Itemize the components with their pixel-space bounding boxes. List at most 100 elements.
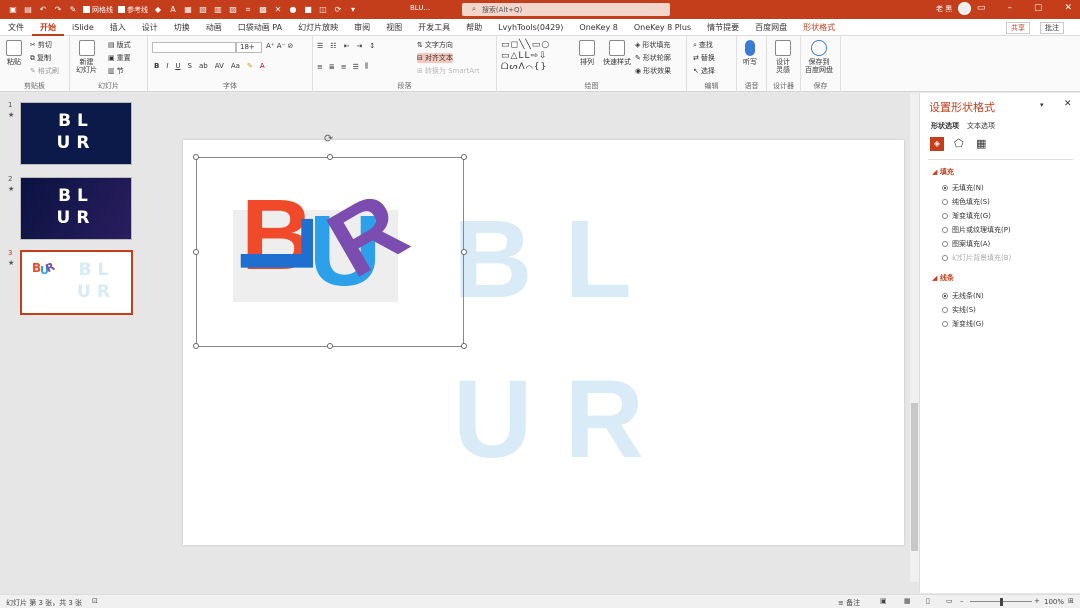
font-size-combo[interactable]: 18+	[236, 42, 262, 53]
resize-handle[interactable]	[461, 343, 467, 349]
slide-thumbnail-3[interactable]: BL UR B U R	[20, 250, 133, 315]
rotate-icon[interactable]: ⟳	[333, 5, 343, 15]
maximize-icon[interactable]: ▢	[1034, 3, 1043, 13]
find-button[interactable]: ⌕ 查找	[693, 40, 713, 50]
cut-button[interactable]: ✂ 剪切	[30, 40, 52, 50]
select-button[interactable]: ↖ 选择	[693, 66, 715, 76]
notes-button[interactable]: ≡ 备注	[838, 598, 860, 608]
line-spacing-icon[interactable]: ↕	[369, 42, 375, 50]
design-ideas-button[interactable]: 设计 灵感	[775, 40, 791, 74]
bold-icon[interactable]: B	[154, 62, 159, 70]
align-right-icon[interactable]: ≡	[341, 63, 347, 71]
circle-icon[interactable]: ●	[288, 5, 298, 15]
zoom-in-icon[interactable]: +	[1034, 597, 1040, 605]
paste-button[interactable]: 粘贴	[6, 40, 22, 66]
tab-1[interactable]: 开始	[32, 19, 64, 36]
slide-thumbnail-2[interactable]: BL UR	[20, 177, 132, 240]
tab-5[interactable]: 切换	[166, 19, 198, 36]
resize-handle[interactable]	[327, 343, 333, 349]
columns-icon[interactable]: ⫼	[365, 62, 368, 71]
radio-pattern-fill[interactable]: 图案填充(A)	[942, 239, 990, 249]
save-to-baidu-button[interactable]: 保存到 百度网盘	[805, 40, 833, 74]
zoom-slider-thumb[interactable]	[1000, 598, 1003, 606]
shape-fill-button[interactable]: ◈ 形状填充	[635, 40, 670, 50]
radio-gradient-line[interactable]: 渐变线(G)	[942, 319, 984, 329]
tab-11[interactable]: 开发工具	[410, 19, 458, 36]
tab-18[interactable]: 形状格式	[795, 19, 843, 36]
tab-15[interactable]: OneKey 8 Plus	[626, 19, 699, 36]
align-center-icon[interactable]: ≣	[329, 63, 335, 71]
reset-button[interactable]: ▣ 重置	[108, 53, 131, 63]
case-icon[interactable]: Aa	[231, 62, 240, 70]
avatar[interactable]	[958, 2, 972, 15]
minimize-icon[interactable]: –	[1007, 3, 1012, 13]
image-icon[interactable]: ▧	[198, 5, 208, 15]
tab-10[interactable]: 视图	[378, 19, 410, 36]
tab-12[interactable]: 帮助	[458, 19, 490, 36]
share-button[interactable]: 共享	[1006, 22, 1030, 34]
font-grow-icon[interactable]: A⁺ A⁻ ⊘	[266, 42, 293, 50]
shape-outline-button[interactable]: ✎ 形状轮廓	[635, 53, 671, 63]
tab-6[interactable]: 动画	[198, 19, 230, 36]
quick-styles-button[interactable]: 快速样式	[603, 40, 631, 66]
save-icon[interactable]: ▤	[23, 5, 33, 15]
shape-gallery[interactable]: ▭◻╲╲▭○ ▭△ᒪᒪ⇨⇩ ᗝᔕᐱ⌒{}	[501, 40, 571, 73]
underline-icon[interactable]: U	[175, 62, 180, 70]
zoom-level[interactable]: 100%	[1044, 598, 1064, 606]
scrollbar-thumb[interactable]	[911, 403, 918, 551]
resize-handle[interactable]	[193, 343, 199, 349]
dictate-button[interactable]: 听写	[743, 40, 757, 66]
vertical-scrollbar[interactable]	[910, 93, 919, 582]
distribute-icon[interactable]: ▨	[228, 5, 238, 15]
align-left-icon[interactable]: ≡	[317, 63, 323, 71]
textbox-icon[interactable]: A	[168, 5, 178, 15]
replace-button[interactable]: ⇄ 替换	[693, 53, 715, 63]
selection-frame[interactable]	[196, 157, 464, 347]
justify-icon[interactable]: ☰	[353, 63, 359, 71]
close-shape-icon[interactable]: ✕	[273, 5, 283, 15]
sorter-view-icon[interactable]: ▦	[904, 597, 911, 605]
indent-increase-icon[interactable]: ⇥	[356, 42, 362, 50]
ghost-text-ur[interactable]: UR	[453, 360, 676, 480]
shadow-icon[interactable]: S	[188, 62, 192, 70]
tab-17[interactable]: 百度网盘	[747, 19, 795, 36]
crop-icon[interactable]: ⌗	[243, 5, 253, 15]
radio-solid-line[interactable]: 实线(S)	[942, 305, 976, 315]
smartart-button[interactable]: ⊞ 转换为 SmartArt	[417, 66, 480, 76]
indent-decrease-icon[interactable]: ⇤	[344, 42, 350, 50]
tab-14[interactable]: OneKey 8	[571, 19, 625, 36]
redo-icon[interactable]: ↷	[53, 5, 63, 15]
resize-handle[interactable]	[327, 154, 333, 160]
tab-3[interactable]: 插入	[102, 19, 134, 36]
pane-options-icon[interactable]: ▾	[1040, 101, 1044, 109]
highlight-icon[interactable]: ✎	[247, 62, 253, 70]
text-direction-button[interactable]: ⇅ 文字方向	[417, 40, 453, 50]
guides-checkbox[interactable]: 参考线	[118, 5, 148, 15]
fit-slide-icon[interactable]: ⊞	[1068, 597, 1074, 605]
zoom-out-icon[interactable]: –	[960, 597, 964, 605]
effects-icon[interactable]: ⬠	[954, 137, 964, 150]
radio-picture-fill[interactable]: 图片或纹理填充(P)	[942, 225, 1011, 235]
resize-handle[interactable]	[193, 154, 199, 160]
tab-16[interactable]: 情节提要	[699, 19, 747, 36]
shape-icon[interactable]: ◆	[153, 5, 163, 15]
numbering-icon[interactable]: ☷	[330, 42, 336, 50]
radio-gradient-fill[interactable]: 渐变填充(G)	[942, 211, 991, 221]
resize-handle[interactable]	[461, 154, 467, 160]
accessibility-icon[interactable]: ⊡	[92, 597, 98, 605]
radio-solid-fill[interactable]: 纯色填充(S)	[942, 197, 990, 207]
undo-icon[interactable]: ↶	[38, 5, 48, 15]
tab-7[interactable]: 口袋动画 PA	[230, 19, 290, 36]
radio-no-fill[interactable]: 无填充(N)	[942, 183, 984, 193]
format-painter-icon[interactable]: ✎	[68, 5, 78, 15]
reading-view-icon[interactable]: ▯	[926, 597, 930, 605]
fill-section[interactable]: ◢ 填充	[932, 167, 954, 177]
group-icon[interactable]: ▩	[258, 5, 268, 15]
layout-button[interactable]: ▤ 版式	[108, 40, 131, 50]
slide-thumbnail-1[interactable]: BL UR	[20, 102, 132, 165]
normal-view-icon[interactable]: ▣	[880, 597, 887, 605]
resize-handle[interactable]	[461, 249, 467, 255]
slideshow-icon[interactable]: ▭	[946, 597, 953, 605]
fill-line-icon[interactable]: ◈	[930, 137, 944, 151]
font-color-icon[interactable]: A	[260, 62, 265, 70]
